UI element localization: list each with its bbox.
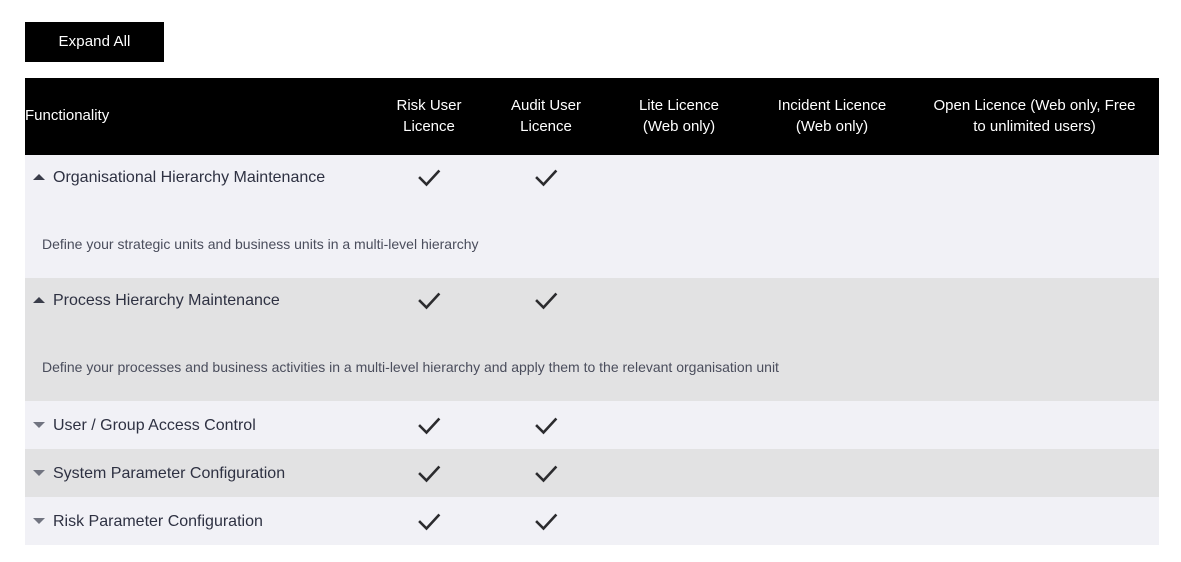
- column-header-line2: Licence: [403, 117, 455, 135]
- cell-lite-licence: [604, 449, 754, 497]
- cell-risk-user-licence: [370, 278, 488, 321]
- feature-description: Define your processes and business activ…: [42, 359, 779, 375]
- cell-open-licence: [910, 401, 1159, 449]
- feature-description-cell: Define your strategic units and business…: [25, 198, 1159, 278]
- check-icon: [531, 163, 561, 193]
- row-toggle-process-hierarchy-maintenance[interactable]: Process Hierarchy Maintenance: [33, 292, 280, 310]
- feature-label: Process Hierarchy Maintenance: [53, 292, 280, 309]
- feature-label: User / Group Access Control: [53, 417, 256, 434]
- column-header-line2: to unlimited users): [973, 117, 1096, 135]
- cell-incident-licence: [754, 449, 910, 497]
- cell-audit-user-licence: [488, 497, 604, 545]
- caret-down-icon[interactable]: [33, 422, 45, 428]
- column-header-line1: Risk User: [396, 97, 462, 115]
- feature-label: Organisational Hierarchy Maintenance: [53, 169, 326, 186]
- feature-name-cell: User / Group Access Control: [25, 401, 370, 449]
- cell-open-licence: [910, 449, 1159, 497]
- caret-down-icon[interactable]: [33, 518, 45, 524]
- cell-risk-user-licence: [370, 497, 488, 545]
- cell-open-licence: [910, 278, 1159, 321]
- column-header-incident-licence: Incident Licence (Web only): [754, 78, 910, 155]
- check-icon: [414, 459, 444, 489]
- caret-up-icon[interactable]: [33, 174, 45, 180]
- column-header-audit-user-licence: Audit User Licence: [488, 78, 604, 155]
- row-toggle-organisational-hierarchy-maintenance[interactable]: Organisational Hierarchy Maintenance: [33, 169, 325, 187]
- column-header-risk-user-licence: Risk User Licence: [370, 78, 488, 155]
- check-icon: [531, 507, 561, 537]
- column-header-line2: (Web only): [795, 117, 869, 135]
- table-header-row: Functionality Risk User Licence Audit Us…: [25, 78, 1159, 155]
- column-header-line1: Incident Licence: [777, 97, 887, 115]
- cell-lite-licence: [604, 155, 754, 198]
- check-icon: [414, 507, 444, 537]
- cell-incident-licence: [754, 497, 910, 545]
- feature-name-cell: Risk Parameter Configuration: [25, 497, 370, 545]
- column-header-line1: Lite Licence: [638, 97, 720, 115]
- row-toggle-risk-parameter-configuration[interactable]: Risk Parameter Configuration: [33, 513, 263, 531]
- check-icon: [531, 411, 561, 441]
- table-row: System Parameter Configuration: [25, 449, 1159, 497]
- column-header-line2: (Web only): [642, 117, 716, 135]
- column-header-open-licence: Open Licence (Web only, Free to unlimite…: [910, 78, 1159, 155]
- feature-name-cell: System Parameter Configuration: [25, 449, 370, 497]
- table-row: Process Hierarchy Maintenance: [25, 278, 1159, 321]
- check-icon: [531, 459, 561, 489]
- cell-incident-licence: [754, 155, 910, 198]
- check-icon: [531, 286, 561, 316]
- cell-open-licence: [910, 497, 1159, 545]
- table-header: Functionality Risk User Licence Audit Us…: [25, 78, 1159, 155]
- feature-label: System Parameter Configuration: [53, 465, 286, 482]
- cell-audit-user-licence: [488, 155, 604, 198]
- feature-description: Define your strategic units and business…: [42, 236, 479, 252]
- cell-incident-licence: [754, 278, 910, 321]
- cell-lite-licence: [604, 401, 754, 449]
- check-icon: [414, 411, 444, 441]
- table-body: Organisational Hierarchy Maintenance Def…: [25, 155, 1159, 545]
- cell-risk-user-licence: [370, 401, 488, 449]
- column-header-line1: Audit User: [510, 97, 582, 115]
- cell-open-licence: [910, 155, 1159, 198]
- cell-audit-user-licence: [488, 449, 604, 497]
- toolbar: Expand All: [25, 22, 164, 62]
- cell-incident-licence: [754, 401, 910, 449]
- table-row: User / Group Access Control: [25, 401, 1159, 449]
- check-icon: [414, 163, 444, 193]
- table-row: Organisational Hierarchy Maintenance: [25, 155, 1159, 198]
- column-header-line1: Open Licence (Web only, Free: [933, 97, 1136, 115]
- column-header-lite-licence: Lite Licence (Web only): [604, 78, 754, 155]
- check-icon: [414, 286, 444, 316]
- cell-audit-user-licence: [488, 278, 604, 321]
- caret-up-icon[interactable]: [33, 297, 45, 303]
- cell-lite-licence: [604, 278, 754, 321]
- licence-feature-matrix-table: Functionality Risk User Licence Audit Us…: [25, 78, 1159, 545]
- caret-down-icon[interactable]: [33, 470, 45, 476]
- row-toggle-user-group-access-control[interactable]: User / Group Access Control: [33, 417, 256, 435]
- table-row: Risk Parameter Configuration: [25, 497, 1159, 545]
- feature-description-cell: Define your processes and business activ…: [25, 321, 1159, 401]
- row-toggle-system-parameter-configuration[interactable]: System Parameter Configuration: [33, 465, 285, 483]
- feature-name-cell: Process Hierarchy Maintenance: [25, 278, 370, 321]
- cell-risk-user-licence: [370, 155, 488, 198]
- column-header-functionality: Functionality: [25, 78, 370, 155]
- expand-all-button[interactable]: Expand All: [25, 22, 164, 62]
- feature-label: Risk Parameter Configuration: [53, 513, 263, 530]
- feature-name-cell: Organisational Hierarchy Maintenance: [25, 155, 370, 198]
- table-row-description: Define your processes and business activ…: [25, 321, 1159, 401]
- cell-audit-user-licence: [488, 401, 604, 449]
- column-header-line2: Licence: [520, 117, 572, 135]
- cell-lite-licence: [604, 497, 754, 545]
- table-row-description: Define your strategic units and business…: [25, 198, 1159, 278]
- cell-risk-user-licence: [370, 449, 488, 497]
